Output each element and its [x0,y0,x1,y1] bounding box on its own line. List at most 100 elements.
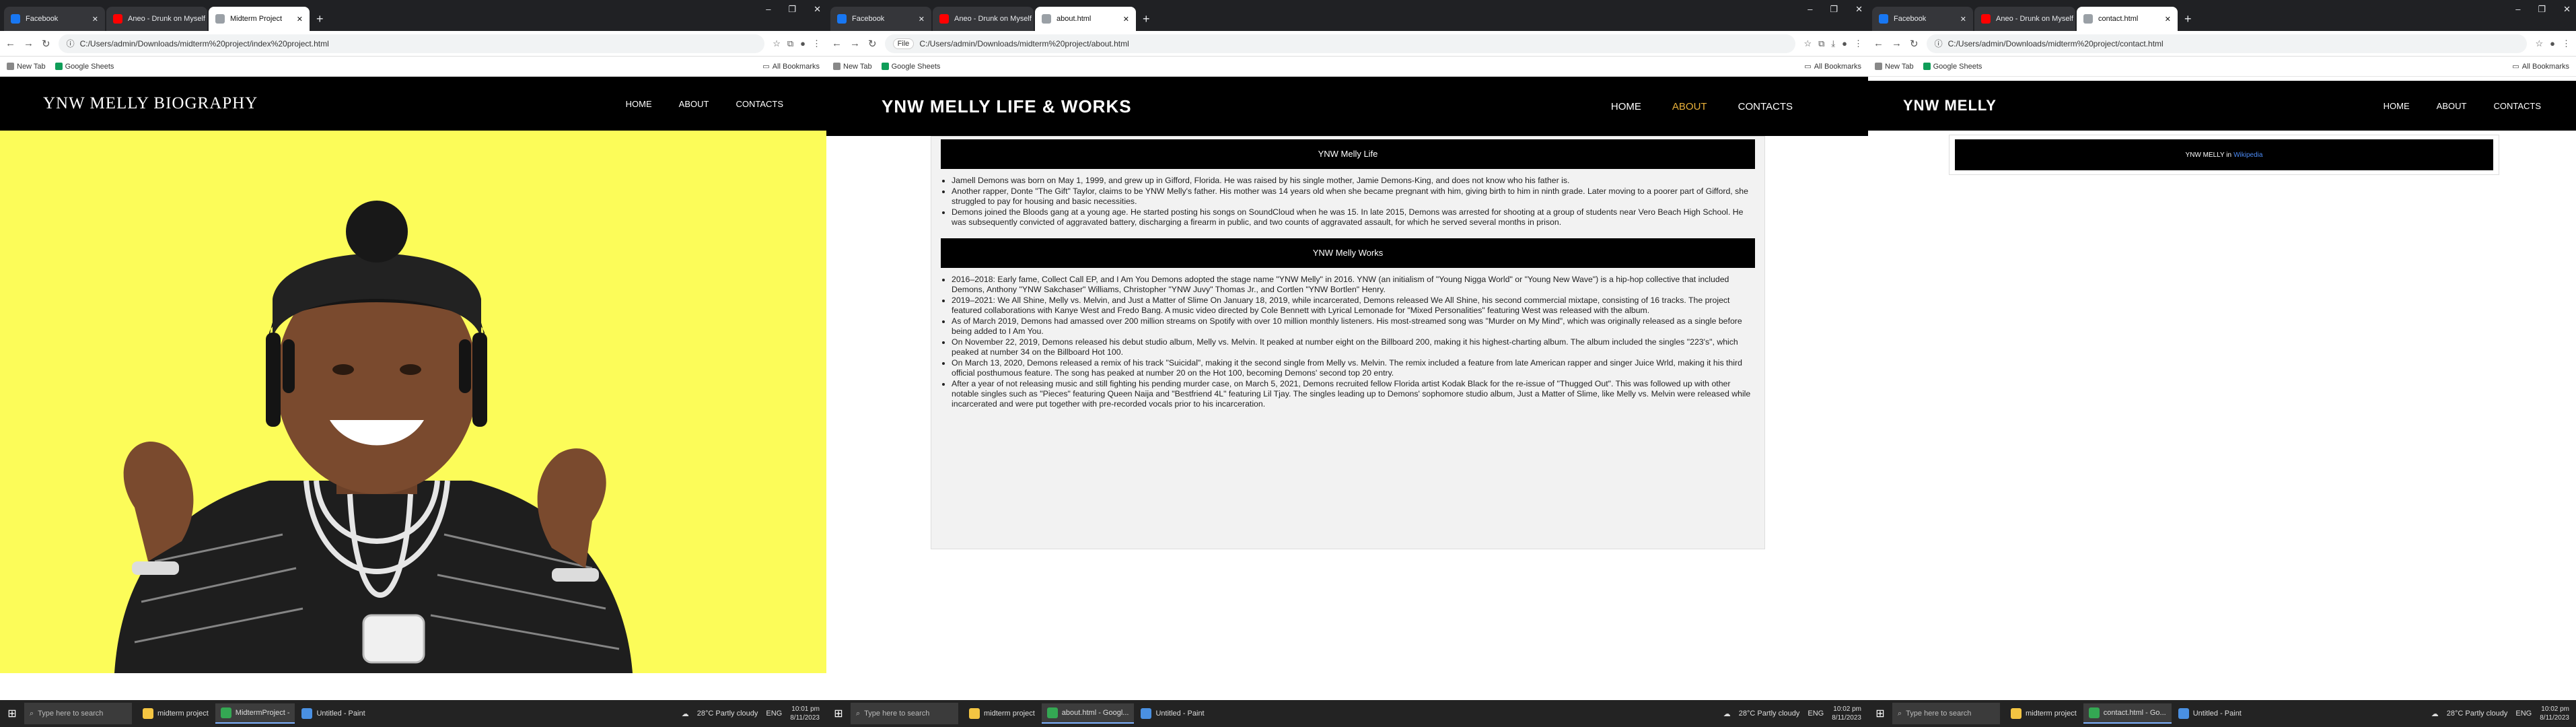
bookmark-google-sheets[interactable]: Google Sheets [1923,63,1982,71]
reload-icon[interactable]: ↻ [42,38,50,50]
taskbar-paint[interactable]: Untitled - Paint [1135,703,1209,724]
windows-start-icon[interactable]: ⊞ [1868,700,1892,727]
nav-home[interactable]: HOME [1611,101,1641,112]
close-window-icon[interactable]: ✕ [1855,4,1863,15]
new-tab-button[interactable]: + [2179,7,2197,31]
close-icon[interactable]: ✕ [2161,15,2171,24]
tab-contact[interactable]: contact.html ✕ [2077,7,2178,31]
profile-icon[interactable]: ● [1842,38,1847,49]
minimize-icon[interactable]: – [766,4,771,15]
taskbar-chrome[interactable]: MidtermProject - [215,703,295,724]
tab-youtube[interactable]: Aneo - Drunk on Myself✕ [1974,7,2075,31]
bookmark-new-tab[interactable]: New Tab [1875,63,1914,71]
taskbar-search[interactable]: ⌕ Type here to search [851,703,958,724]
tab-facebook[interactable]: Facebook ✕ [830,7,931,31]
new-tab-button[interactable]: + [1137,7,1155,31]
back-icon[interactable]: ← [1873,38,1884,49]
close-icon[interactable]: ✕ [1032,15,1034,24]
taskbar-paint[interactable]: Untitled - Paint [2173,703,2247,724]
taskbar-chrome[interactable]: contact.html - Go... [2083,703,2172,724]
forward-icon[interactable]: → [24,38,34,49]
tab-label: Facebook [1894,15,1927,23]
star-icon[interactable]: ☆ [773,38,781,49]
taskbar-explorer[interactable]: midterm project [964,703,1040,724]
taskbar-paint[interactable]: Untitled - Paint [296,703,370,724]
tab-youtube[interactable]: Aneo - Drunk on Myself✕ [933,7,1034,31]
clock[interactable]: 10:02 pm 8/11/2023 [2540,705,2569,722]
reload-icon[interactable]: ↻ [1910,38,1919,50]
weather-icon[interactable]: ☁ [2431,709,2439,718]
close-icon[interactable]: ✕ [2073,15,2075,24]
close-window-icon[interactable]: ✕ [814,4,821,15]
all-bookmarks[interactable]: ▭ All Bookmarks [762,62,820,71]
menu-icon[interactable]: ⋮ [2562,38,2571,49]
nav-contacts[interactable]: CONTACTS [736,99,783,109]
close-window-icon[interactable]: ✕ [2563,4,2571,15]
nav-about[interactable]: ABOUT [2437,101,2467,111]
clock[interactable]: 10:02 pm 8/11/2023 [1832,705,1861,722]
minimize-icon[interactable]: – [2515,4,2520,15]
minimize-icon[interactable]: – [1808,4,1812,15]
bookmark-new-tab[interactable]: New Tab [833,63,872,71]
profile-icon[interactable]: ● [2550,38,2555,49]
tab-midterm-project[interactable]: Midterm Project ✕ [209,7,310,31]
extensions-icon[interactable]: ⧉ [1818,38,1824,49]
forward-icon[interactable]: → [1892,38,1902,49]
maximize-icon[interactable]: ❐ [2538,4,2546,15]
all-bookmarks[interactable]: ▭ All Bookmarks [2512,62,2569,71]
reload-icon[interactable]: ↻ [868,38,877,50]
close-icon[interactable]: ✕ [88,15,98,24]
back-icon[interactable]: ← [5,38,15,49]
taskbar-chrome[interactable]: about.html - Googl... [1041,703,1135,724]
nav-home[interactable]: HOME [626,99,652,109]
maximize-icon[interactable]: ❐ [788,4,796,15]
list-item: Jamell Demons was born on May 1, 1999, a… [952,176,1755,186]
clock[interactable]: 10:01 pm 8/11/2023 [790,705,820,722]
nav-contacts[interactable]: CONTACTS [1738,101,1793,112]
wikipedia-link[interactable]: Wikipedia [2233,151,2262,159]
bookmark-google-sheets[interactable]: Google Sheets [881,63,940,71]
close-icon[interactable]: ✕ [915,15,925,24]
address-bar[interactable]: ⓘ C:/Users/admin/Downloads/midterm%20proj… [58,34,765,53]
all-bookmarks[interactable]: ▭ All Bookmarks [1804,62,1861,71]
close-icon[interactable]: ✕ [293,15,303,24]
nav-about[interactable]: ABOUT [679,99,709,109]
new-tab-button[interactable]: + [311,7,329,31]
extensions-icon[interactable]: ⧉ [787,38,793,49]
back-icon[interactable]: ← [832,38,842,49]
tab-youtube[interactable]: Aneo - Drunk on Myself✕ [106,7,207,31]
profile-icon[interactable]: ● [800,38,806,49]
tab-facebook[interactable]: Facebook ✕ [4,7,105,31]
tab-about[interactable]: about.html ✕ [1035,7,1136,31]
nav-contacts[interactable]: CONTACTS [2493,101,2541,111]
bookmark-new-tab[interactable]: New Tab [7,63,46,71]
download-icon[interactable]: ⤓ [1831,38,1835,49]
close-icon[interactable]: ✕ [1956,15,1966,24]
nav-about[interactable]: ABOUT [1672,101,1707,112]
language-indicator[interactable]: ENG [766,709,782,718]
windows-start-icon[interactable]: ⊞ [826,700,851,727]
tab-facebook[interactable]: Facebook ✕ [1872,7,1973,31]
weather-icon[interactable]: ☁ [682,709,689,718]
bookmark-google-sheets[interactable]: Google Sheets [55,63,114,71]
taskbar-explorer[interactable]: midterm project [2005,703,2082,724]
forward-icon[interactable]: → [850,38,860,49]
taskbar-search[interactable]: ⌕ Type here to search [1892,703,2000,724]
taskbar-explorer[interactable]: midterm project [137,703,214,724]
language-indicator[interactable]: ENG [2515,709,2532,718]
star-icon[interactable]: ☆ [2535,38,2543,49]
menu-icon[interactable]: ⋮ [812,38,821,49]
weather-icon[interactable]: ☁ [1723,709,1731,718]
maximize-icon[interactable]: ❐ [1830,4,1838,15]
menu-icon[interactable]: ⋮ [1854,38,1863,49]
address-bar[interactable]: ⓘ C:/Users/admin/Downloads/midterm%20proj… [1926,34,2528,53]
language-indicator[interactable]: ENG [1808,709,1824,718]
close-icon[interactable]: ✕ [1119,15,1129,24]
nav-home[interactable]: HOME [2384,101,2410,111]
star-icon[interactable]: ☆ [1803,38,1812,49]
taskbar-search[interactable]: ⌕ Type here to search [24,703,132,724]
google-sheets-icon [55,63,63,70]
windows-start-icon[interactable]: ⊞ [0,700,24,727]
address-bar[interactable]: File C:/Users/admin/Downloads/midterm%20p… [884,34,1796,53]
close-icon[interactable]: ✕ [205,15,207,24]
